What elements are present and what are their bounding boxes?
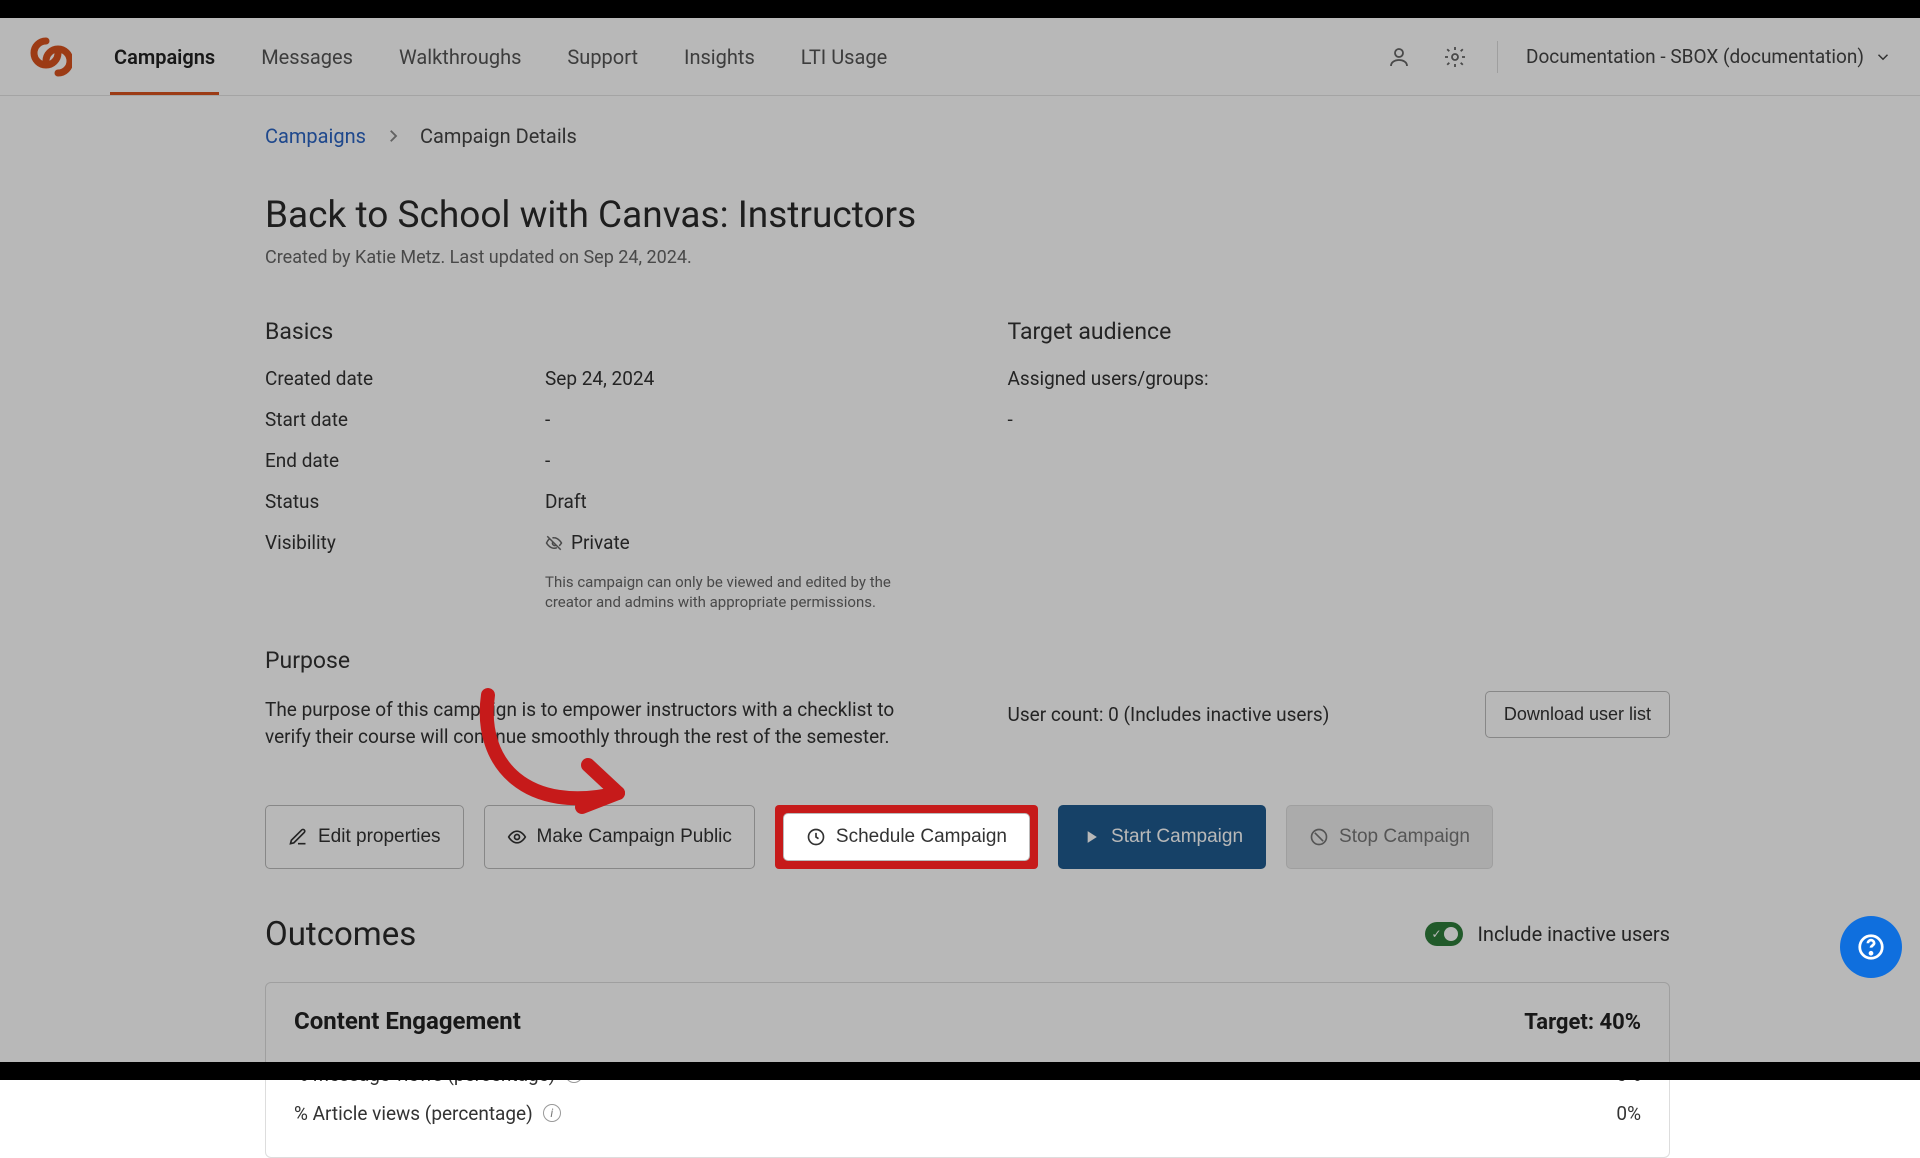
stop-campaign-button[interactable]: Stop Campaign	[1286, 805, 1493, 869]
end-date-label: End date	[265, 449, 545, 472]
tab-campaigns[interactable]: Campaigns	[110, 19, 219, 95]
eye-off-icon	[545, 534, 563, 552]
status-value: Draft	[545, 490, 587, 513]
created-date-label: Created date	[265, 367, 545, 390]
schedule-campaign-button[interactable]: Schedule Campaign	[783, 813, 1030, 861]
status-label: Status	[265, 490, 545, 513]
end-date-value: -	[545, 449, 550, 472]
play-icon	[1081, 827, 1101, 847]
info-icon[interactable]: i	[543, 1104, 561, 1122]
include-inactive-toggle[interactable]: ✓	[1425, 922, 1463, 946]
account-name: Documentation - SBOX (documentation)	[1526, 45, 1864, 68]
basics-heading: Basics	[265, 318, 928, 345]
assigned-label: Assigned users/groups:	[1008, 367, 1209, 390]
edit-properties-label: Edit properties	[318, 826, 441, 848]
make-public-button[interactable]: Make Campaign Public	[484, 805, 755, 869]
settings-icon[interactable]	[1441, 43, 1469, 71]
tab-lti-usage[interactable]: LTI Usage	[797, 19, 891, 95]
purpose-text: The purpose of this campaign is to empow…	[265, 696, 925, 751]
action-row: Edit properties Make Campaign Public Sch…	[265, 805, 1670, 869]
help-fab[interactable]	[1840, 916, 1902, 978]
stop-icon	[1309, 827, 1329, 847]
breadcrumb: Campaigns Campaign Details	[265, 124, 1670, 148]
tab-messages[interactable]: Messages	[257, 19, 357, 95]
stop-campaign-label: Stop Campaign	[1339, 826, 1470, 848]
include-inactive-label: Include inactive users	[1477, 922, 1670, 946]
visibility-description: This campaign can only be viewed and edi…	[545, 572, 928, 613]
start-date-value: -	[545, 408, 550, 431]
page-subtitle: Created by Katie Metz. Last updated on S…	[265, 247, 1670, 268]
user-count: User count: 0 (Includes inactive users)	[1008, 703, 1330, 726]
nav-tabs: Campaigns Messages Walkthroughs Support …	[110, 19, 891, 95]
metric-article-views-value: 0%	[1616, 1102, 1641, 1125]
tab-walkthroughs[interactable]: Walkthroughs	[395, 19, 525, 95]
start-campaign-button[interactable]: Start Campaign	[1058, 805, 1266, 869]
chevron-down-icon	[1874, 48, 1892, 66]
visibility-value: Private	[571, 531, 630, 554]
download-user-list-button[interactable]: Download user list	[1485, 691, 1670, 738]
assigned-value: -	[1008, 408, 1013, 431]
breadcrumb-current: Campaign Details	[420, 124, 577, 148]
page-title: Back to School with Canvas: Instructors	[265, 194, 1670, 237]
tab-insights[interactable]: Insights	[680, 19, 759, 95]
purpose-heading: Purpose	[265, 647, 928, 674]
brand-logo	[28, 35, 72, 79]
check-icon: ✓	[1431, 927, 1441, 941]
pencil-icon	[288, 827, 308, 847]
breadcrumb-root[interactable]: Campaigns	[265, 124, 366, 148]
edit-properties-button[interactable]: Edit properties	[265, 805, 464, 869]
eye-icon	[507, 827, 527, 847]
schedule-campaign-label: Schedule Campaign	[836, 826, 1007, 848]
make-public-label: Make Campaign Public	[537, 826, 732, 848]
outcome-target: Target: 40%	[1524, 1010, 1641, 1035]
outcome-card-title: Content Engagement	[294, 1007, 521, 1035]
start-campaign-label: Start Campaign	[1111, 826, 1243, 848]
chevron-right-icon	[384, 127, 402, 145]
created-date-value: Sep 24, 2024	[545, 367, 654, 390]
metric-article-views-label: % Article views (percentage)	[294, 1102, 533, 1125]
highlight-annotation: Schedule Campaign	[775, 805, 1038, 869]
outcomes-heading: Outcomes	[265, 915, 416, 954]
start-date-label: Start date	[265, 408, 545, 431]
audience-heading: Target audience	[1008, 318, 1671, 345]
visibility-label: Visibility	[265, 531, 545, 554]
user-icon[interactable]	[1385, 43, 1413, 71]
top-nav: Campaigns Messages Walkthroughs Support …	[0, 18, 1920, 96]
clock-icon	[806, 827, 826, 847]
account-switcher[interactable]: Documentation - SBOX (documentation)	[1526, 45, 1892, 68]
tab-support[interactable]: Support	[563, 19, 642, 95]
nav-divider	[1497, 41, 1498, 73]
